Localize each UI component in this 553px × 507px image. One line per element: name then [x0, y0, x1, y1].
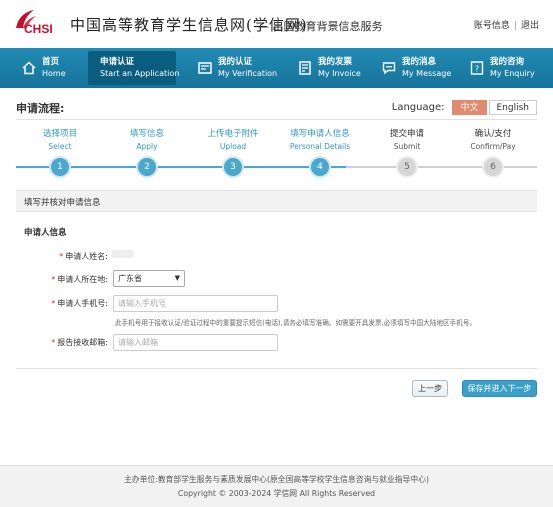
- step-upload: 上传电子附件 Upload: [189, 127, 277, 151]
- step-sublabel: Upload: [219, 142, 247, 151]
- step-sublabel: Select: [48, 142, 72, 151]
- nav-label: 我的消息: [402, 57, 437, 67]
- nav-my-message[interactable]: 我的消息 My Message: [382, 51, 452, 85]
- step-dot: 5: [398, 158, 416, 176]
- nav-start-application[interactable]: 申请认证 Start an Application: [88, 51, 180, 85]
- nav-my-invoice[interactable]: 我的发票 My Invoice: [298, 51, 368, 85]
- divider: [16, 368, 537, 369]
- home-icon: [22, 61, 36, 75]
- account-link[interactable]: 账号信息: [474, 21, 510, 31]
- logout-link[interactable]: 退出: [521, 21, 539, 31]
- form-panel-title: 填写并核对申请信息: [24, 198, 101, 208]
- nav-sublabel: My Message: [402, 69, 452, 78]
- nav-sublabel: My Verification: [218, 69, 278, 78]
- step-label: 填写信息: [129, 129, 164, 139]
- nav-label: 申请认证: [100, 57, 135, 67]
- question-icon: ?: [470, 61, 484, 75]
- nav-label: 首页: [42, 57, 60, 67]
- nav-my-verification[interactable]: 我的认证 My Verification: [198, 51, 278, 85]
- language-label: Language:: [391, 102, 445, 113]
- applicant-name-value: [112, 250, 134, 258]
- nav-home[interactable]: 首页 Home: [18, 51, 78, 85]
- logo-text: CHSI: [24, 22, 53, 36]
- nav-sublabel: My Enquiry: [490, 69, 535, 78]
- step-dot: 6: [484, 158, 502, 176]
- section-title: 申请人信息: [24, 228, 67, 238]
- step-label: 提交申请: [389, 129, 424, 139]
- top-header: CHSI 中国高等教育学生信息网(学信网) — 出国教育背景信息服务 账号信息 |…: [0, 0, 553, 48]
- lang-english-button[interactable]: English: [488, 100, 537, 115]
- site-subtitle: — 出国教育背景信息服务: [258, 20, 383, 33]
- phone-input[interactable]: 请输入手机号: [113, 295, 278, 312]
- step-sublabel: Submit: [393, 142, 421, 151]
- step-dot: 4: [311, 158, 329, 176]
- step-sublabel: Personal Details: [289, 142, 351, 151]
- step-label: 选择项目: [42, 129, 77, 139]
- step-submit: 提交申请 Submit: [363, 127, 451, 151]
- footer: [0, 465, 553, 507]
- step-dot: 2: [138, 158, 156, 176]
- phone-label: * 申请人手机号:: [51, 299, 108, 308]
- step-label: 上传电子附件: [207, 129, 259, 139]
- chat-icon: [382, 62, 396, 75]
- location-select[interactable]: 广东省 ▼: [113, 270, 185, 287]
- nav-sublabel: Home: [42, 69, 66, 78]
- nav-my-enquiry[interactable]: ? 我的咨询 My Enquiry: [470, 51, 540, 85]
- invoice-icon: [299, 61, 311, 75]
- location-label: * 申请人所在地:: [51, 275, 108, 284]
- step-sublabel: Apply: [136, 142, 158, 151]
- step-apply: 填写信息 Apply: [103, 127, 191, 151]
- chsi-logo[interactable]: CHSI: [8, 8, 64, 40]
- svg-text:?: ?: [475, 65, 479, 74]
- chevron-down-icon: ▼: [174, 274, 180, 282]
- nav-sublabel: Start an Application: [100, 69, 180, 78]
- process-title: 申请流程:: [16, 102, 65, 115]
- nav-sublabel: My Invoice: [318, 69, 361, 78]
- name-label: * 申请人姓名:: [59, 252, 108, 261]
- step-dot: 1: [51, 158, 69, 176]
- footer-copyright: Copyright © 2003-2024 学信网 All Rights Res…: [177, 489, 376, 498]
- progress-track-pending: [346, 166, 537, 168]
- nav-label: 我的发票: [318, 57, 353, 67]
- divider: [16, 119, 537, 120]
- main-nav: 首页 Home 申请认证 Start an Application 我的认证 My V…: [0, 48, 553, 88]
- email-label: * 报告接收邮箱:: [51, 338, 108, 347]
- footer-organizer: 主办单位:教育部学生服务与素质发展中心(原全国高等学校学生信息咨询与就业指导中心…: [124, 475, 429, 484]
- step-confirm-pay: 确认/支付 Confirm/Pay: [449, 127, 537, 151]
- previous-step-button[interactable]: 上一步: [412, 380, 448, 397]
- location-select-value: 广东省: [118, 274, 142, 283]
- step-dot: 3: [224, 158, 242, 176]
- document-icon: [198, 62, 212, 74]
- step-label: 确认/支付: [474, 129, 512, 139]
- nav-label: 我的咨询: [490, 57, 525, 67]
- phone-hint: 此手机号用于接收认证/验证过程中的重要提示短信(电话),请务必填写准确。如需要开…: [115, 319, 477, 327]
- step-personal-details: 填写申请人信息 Personal Details: [276, 127, 364, 151]
- step-label: 填写申请人信息: [290, 129, 350, 139]
- top-links: 账号信息 | 退出: [473, 21, 539, 31]
- email-input[interactable]: 请输入邮箱: [113, 334, 278, 351]
- save-next-button[interactable]: 保存并进入下一步: [462, 380, 537, 397]
- step-select: 选择项目 Select: [16, 127, 104, 151]
- language-switch: Language: 中文 English: [392, 100, 537, 115]
- step-sublabel: Confirm/Pay: [470, 142, 516, 151]
- nav-label: 我的认证: [218, 57, 253, 67]
- lang-chinese-button[interactable]: 中文: [452, 100, 487, 115]
